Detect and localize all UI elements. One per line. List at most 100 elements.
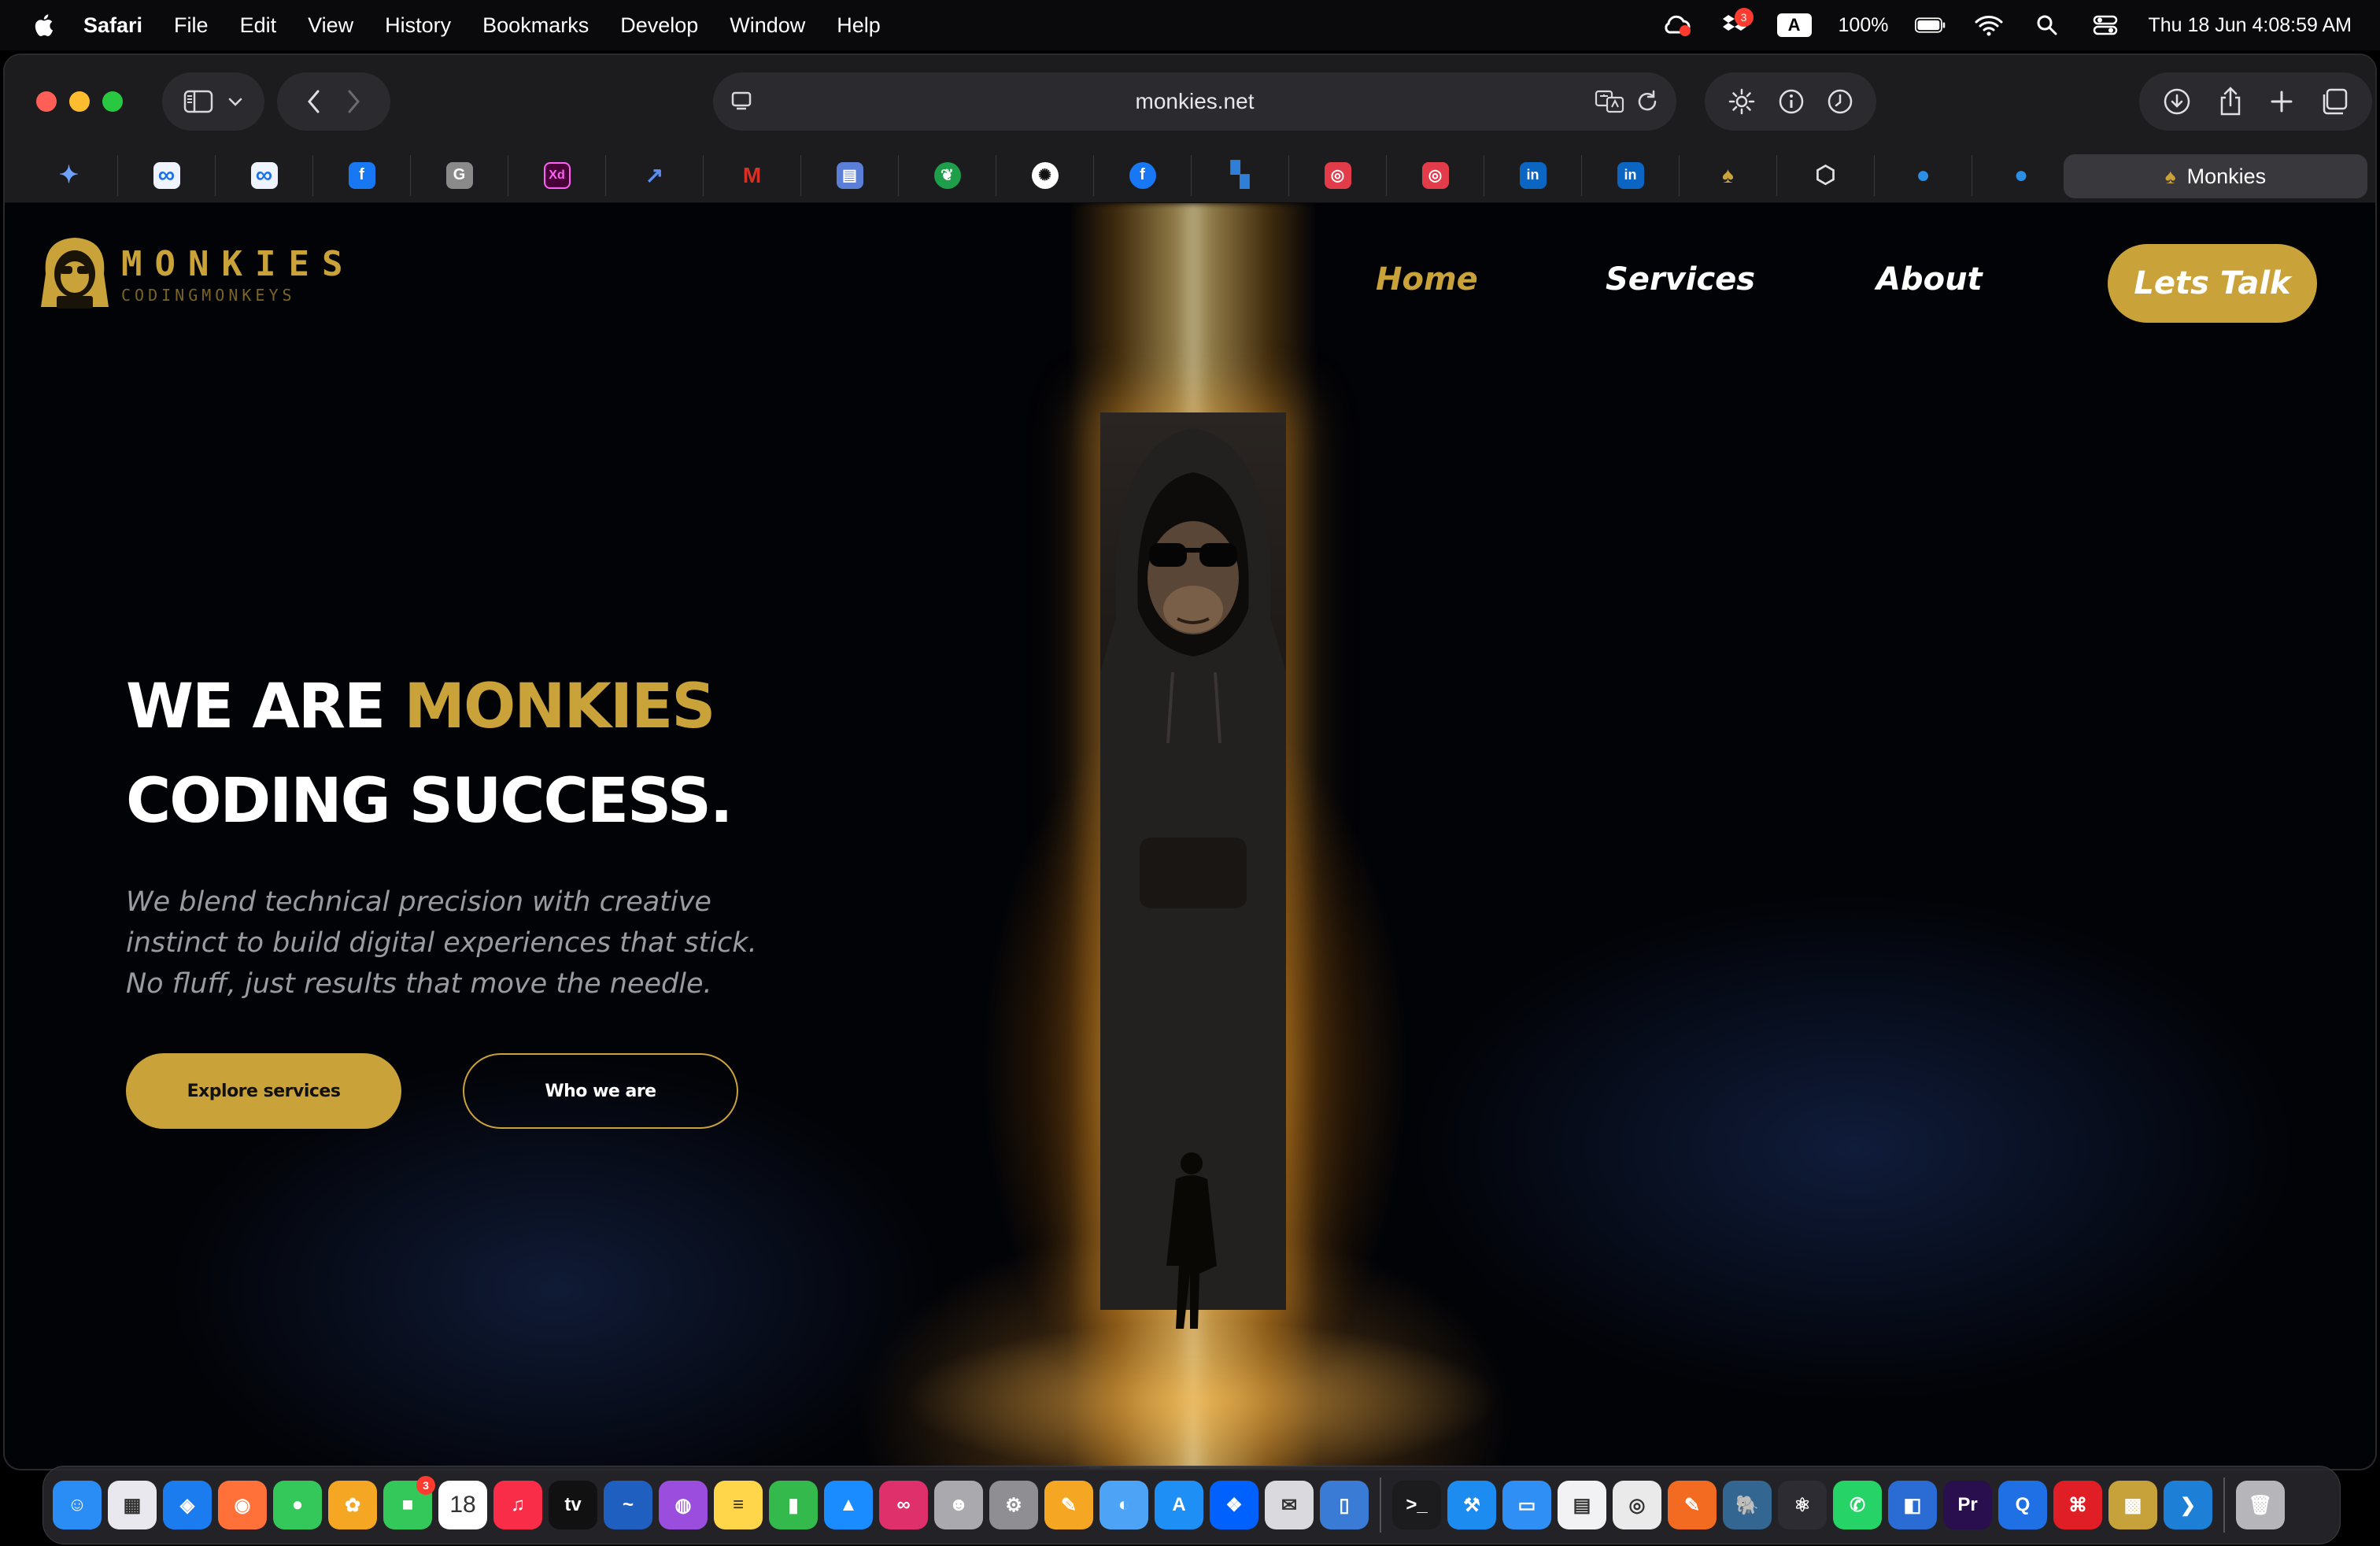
dock-app-podcasts[interactable]: ◍ bbox=[659, 1481, 708, 1529]
tab-monkies[interactable]: ♠ Monkies bbox=[2064, 154, 2367, 198]
dock-app-vscode[interactable]: ❯ bbox=[2164, 1481, 2212, 1529]
menu-edit[interactable]: Edit bbox=[240, 13, 277, 38]
favorite-google[interactable]: G bbox=[411, 154, 508, 196]
favorite-circle[interactable]: ● bbox=[1875, 154, 1972, 196]
dock-app-keka[interactable]: ▩ bbox=[2108, 1481, 2157, 1529]
dock-app-pages[interactable]: ✎ bbox=[1044, 1481, 1093, 1529]
who-we-are-button[interactable]: Who we are bbox=[463, 1053, 738, 1129]
favorite-target[interactable]: ◎ bbox=[1289, 154, 1387, 196]
dock-app-sidecar[interactable]: ▭ bbox=[1502, 1481, 1551, 1529]
favorite-adobe-xd[interactable]: Xd bbox=[508, 154, 606, 196]
minimize-window-button[interactable] bbox=[69, 91, 90, 112]
menu-develop[interactable]: Develop bbox=[620, 13, 698, 38]
dock-app-database[interactable]: ◧ bbox=[1888, 1481, 1937, 1529]
dock-app-contacts[interactable]: ☻ bbox=[934, 1481, 983, 1529]
spotlight-search-icon[interactable] bbox=[2031, 13, 2063, 38]
favorite-facebook[interactable]: f bbox=[1094, 154, 1192, 196]
favorite-linkedin[interactable]: in bbox=[1484, 154, 1582, 196]
back-icon[interactable] bbox=[306, 89, 322, 114]
favorite-puzzle[interactable]: ▚ bbox=[1192, 154, 1289, 196]
dock-app-finder[interactable]: ☺ bbox=[53, 1481, 102, 1529]
favorite-cube[interactable]: ⬡ bbox=[1777, 154, 1875, 196]
address-bar[interactable]: monkies.net bbox=[713, 72, 1676, 131]
dock-app-react[interactable]: ⚛ bbox=[1778, 1481, 1827, 1529]
menu-help[interactable]: Help bbox=[837, 13, 881, 38]
control-center-icon[interactable] bbox=[2090, 13, 2121, 38]
favorite-meta[interactable]: ∞ bbox=[216, 154, 313, 196]
menu-history[interactable]: History bbox=[385, 13, 451, 38]
site-logo[interactable]: MONKIES CODINGMONKEYS bbox=[39, 235, 355, 313]
menu-app-safari[interactable]: Safari bbox=[83, 13, 142, 38]
clock-icon[interactable] bbox=[1827, 88, 1853, 115]
reload-icon[interactable] bbox=[1634, 88, 1661, 115]
menu-file[interactable]: File bbox=[174, 13, 209, 38]
dock-app-quick[interactable]: Q bbox=[1998, 1481, 2047, 1529]
menu-bookmarks[interactable]: Bookmarks bbox=[482, 13, 589, 38]
dock-app-facetime[interactable]: ■ 3 bbox=[383, 1476, 435, 1529]
menu-window[interactable]: Window bbox=[730, 13, 805, 38]
settings-gear-icon[interactable] bbox=[1728, 87, 1756, 116]
lets-talk-button[interactable]: Lets Talk bbox=[2108, 244, 2317, 323]
dock-app-keynote[interactable]: ▲ bbox=[824, 1481, 873, 1529]
dock-app-postgres[interactable]: 🐘 bbox=[1723, 1481, 1772, 1529]
favorite-circle[interactable]: ● bbox=[1972, 155, 2070, 196]
favorite-gmail[interactable]: M bbox=[704, 154, 801, 196]
nav-home[interactable]: Home bbox=[1376, 261, 1478, 298]
dock-app-premiere[interactable]: Pr bbox=[1943, 1481, 1992, 1529]
dock-app-dropbox[interactable]: ❖ bbox=[1210, 1481, 1258, 1529]
favorite-document[interactable]: ▤ bbox=[801, 154, 899, 196]
close-window-button[interactable] bbox=[36, 91, 57, 112]
dropbox-icon[interactable]: 3 bbox=[1719, 8, 1754, 38]
dock-app-app-store[interactable]: A bbox=[1155, 1481, 1203, 1529]
dock-app-notes[interactable]: ≡ bbox=[714, 1481, 763, 1529]
dock-app-safari[interactable]: ◈ bbox=[163, 1481, 212, 1529]
page-menu-icon[interactable] bbox=[730, 90, 754, 113]
sidebar-toggle-button[interactable] bbox=[162, 72, 264, 131]
dock-app-messages[interactable]: ● bbox=[273, 1481, 322, 1529]
cloud-sync-icon[interactable] bbox=[1661, 13, 1692, 38]
forward-icon[interactable] bbox=[346, 89, 361, 114]
dock-app-calendar[interactable]: 18 bbox=[438, 1481, 487, 1529]
dock-app-sketch[interactable]: ✎ bbox=[1668, 1481, 1717, 1529]
nav-about[interactable]: About bbox=[1876, 261, 1983, 298]
favorite-leaf[interactable]: ❦ bbox=[899, 154, 996, 196]
dock-app-stamp[interactable]: ✉ bbox=[1265, 1481, 1314, 1529]
favorite-analytics[interactable]: ↗ bbox=[606, 154, 704, 196]
dock-app-system-settings[interactable]: ⚙ bbox=[989, 1481, 1038, 1529]
dock-app-music[interactable]: ♫ bbox=[493, 1481, 542, 1529]
dock-app-acrobat[interactable]: ⌘ bbox=[2053, 1481, 2102, 1529]
battery-icon[interactable] bbox=[1915, 13, 1946, 38]
dock-app-terminal[interactable]: >_ bbox=[1392, 1481, 1441, 1529]
tab-overview-icon[interactable] bbox=[2320, 87, 2349, 116]
favorite-gemini[interactable]: ✦ bbox=[20, 154, 118, 196]
dock-app-textedit[interactable]: ▤ bbox=[1558, 1481, 1606, 1529]
favorite-linkedin[interactable]: in bbox=[1582, 154, 1680, 196]
favorite-target[interactable]: ◎ bbox=[1387, 154, 1484, 196]
dock-app-simulator[interactable]: ▯ bbox=[1320, 1481, 1369, 1529]
favorite-openai[interactable]: ✺ bbox=[996, 154, 1094, 196]
share-icon[interactable] bbox=[2218, 87, 2243, 117]
zoom-window-button[interactable] bbox=[102, 91, 123, 112]
menu-view[interactable]: View bbox=[308, 13, 353, 38]
clock[interactable]: Thu 18 Jun 4:08:59 AM bbox=[2148, 14, 2352, 37]
info-icon[interactable] bbox=[1778, 88, 1805, 115]
favorite-meta[interactable]: ∞ bbox=[118, 154, 216, 196]
dock-app-apple-tv[interactable]: tv bbox=[549, 1481, 597, 1529]
dock-app-launchpad[interactable]: ▦ bbox=[108, 1481, 157, 1529]
dock-app-creative-cloud[interactable]: ∞ bbox=[879, 1481, 928, 1529]
dock-app-freeform[interactable]: ~ bbox=[604, 1481, 652, 1529]
dock-app-whatsapp[interactable]: ✆ bbox=[1833, 1481, 1882, 1529]
dock-app-firefox[interactable]: ◉ bbox=[218, 1481, 267, 1529]
apple-menu-icon[interactable] bbox=[31, 12, 58, 39]
dock-app-numbers[interactable]: ▮ bbox=[769, 1481, 818, 1529]
dock-app-xcode[interactable]: ⚒ bbox=[1447, 1481, 1496, 1529]
dock-app-trash[interactable]: 🗑 bbox=[2236, 1481, 2285, 1529]
dock-app-chrome[interactable]: ◎ bbox=[1613, 1481, 1661, 1529]
dock-app-preview[interactable]: ◐ bbox=[1099, 1481, 1148, 1529]
translate-icon[interactable] bbox=[1595, 88, 1626, 115]
favorite-facebook[interactable]: f bbox=[313, 154, 411, 196]
favorite-monkey[interactable]: ♠ bbox=[1680, 154, 1777, 196]
downloads-icon[interactable] bbox=[2163, 87, 2191, 116]
nav-services[interactable]: Services bbox=[1606, 261, 1755, 298]
wifi-icon[interactable] bbox=[1973, 13, 2005, 38]
